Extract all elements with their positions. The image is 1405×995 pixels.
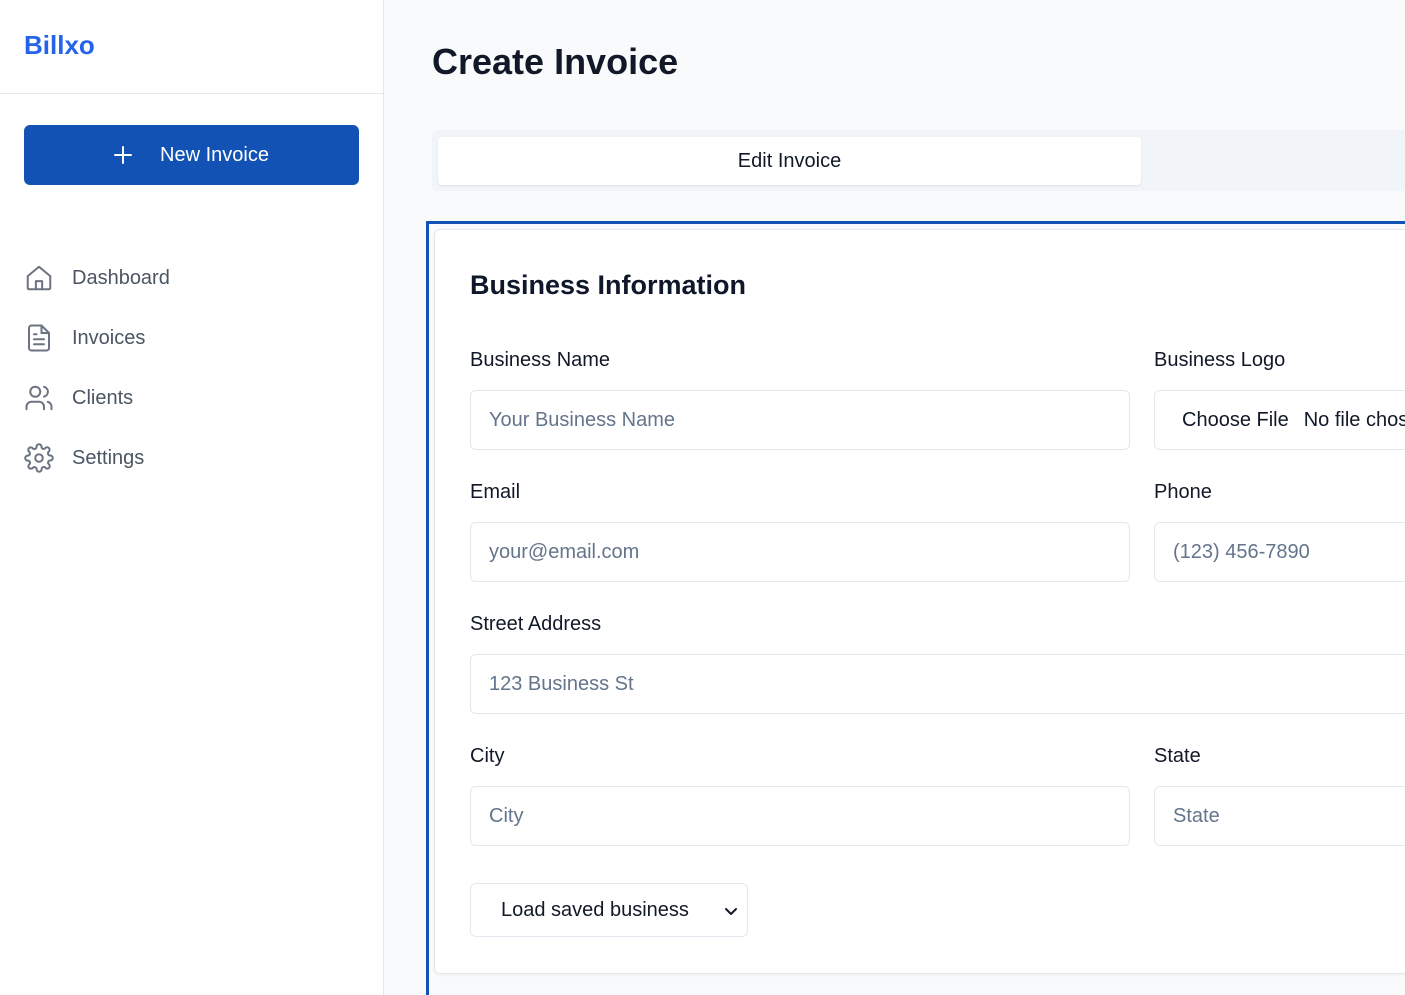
gear-icon (24, 443, 54, 473)
sidebar-item-label: Invoices (72, 326, 146, 349)
main-content: Create Invoice Edit Invoice Business Inf… (384, 0, 1405, 995)
home-icon (24, 263, 54, 293)
section-title: Business Information (470, 270, 747, 300)
phone-label: Phone (1154, 481, 1212, 503)
brand-logo[interactable]: Billxo (24, 30, 95, 61)
sidebar-item-invoices[interactable]: Invoices (0, 308, 383, 368)
city-input[interactable] (470, 786, 1130, 846)
file-status-text: No file chosen (1303, 408, 1405, 431)
sidebar-item-label: Dashboard (72, 266, 170, 289)
file-text-icon (24, 323, 54, 353)
email-label: Email (470, 481, 521, 503)
phone-input[interactable] (1154, 522, 1405, 582)
state-input[interactable] (1154, 786, 1405, 846)
business-logo-file-input[interactable]: Choose File No file chosen (1154, 390, 1405, 450)
plus-icon (114, 146, 133, 164)
load-saved-business-select[interactable]: Load saved business (470, 883, 748, 937)
tab-edit-invoice[interactable]: Edit Invoice (438, 137, 1141, 185)
brand-header: Billxo (0, 0, 383, 94)
sidebar-item-clients[interactable]: Clients (0, 368, 383, 428)
business-logo-label: Business Logo (1154, 349, 1286, 371)
users-icon (24, 383, 54, 413)
email-input[interactable] (470, 522, 1130, 582)
sidebar-item-settings[interactable]: Settings (0, 428, 383, 488)
street-address-input[interactable] (470, 654, 1405, 714)
sidebar-item-dashboard[interactable]: Dashboard (0, 248, 383, 308)
select-value: Load saved business (501, 898, 689, 921)
street-address-label: Street Address (470, 613, 602, 635)
sidebar-item-label: Settings (72, 446, 145, 469)
business-name-input[interactable] (470, 390, 1130, 450)
business-info-card: Business Information Business Name Busin… (434, 229, 1405, 974)
tab-bar: Edit Invoice (432, 130, 1405, 191)
sidebar-nav: Dashboard Invoices Clients Settings (0, 248, 383, 488)
city-label: City (470, 745, 505, 767)
choose-file-button[interactable]: Choose File (1182, 409, 1289, 432)
new-invoice-button[interactable]: New Invoice (24, 125, 359, 185)
page-title: Create Invoice (432, 41, 679, 82)
sidebar-item-label: Clients (72, 386, 134, 409)
state-label: State (1154, 745, 1201, 767)
business-name-label: Business Name (470, 349, 611, 371)
sidebar: Billxo New Invoice Dashboard Invoices Cl… (0, 0, 384, 995)
chevron-down-icon (723, 902, 739, 918)
new-invoice-label: New Invoice (160, 143, 269, 166)
